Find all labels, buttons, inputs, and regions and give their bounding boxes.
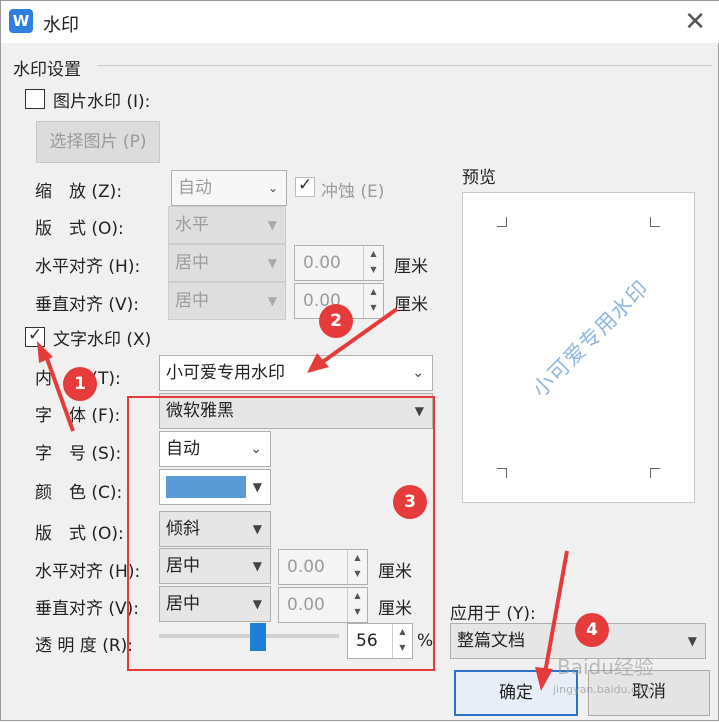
baidu-url: jingyan.baidu.com <box>553 683 655 696</box>
baidu-watermark: Baidu经验 <box>557 655 654 679</box>
arrow-4-head <box>535 667 553 691</box>
annotation-arrows <box>37 307 569 691</box>
arrow-2-head <box>307 353 329 373</box>
arrow-1-head <box>37 341 53 363</box>
annotation-badge-4: 4 <box>575 613 609 647</box>
annotation-badge-2: 2 <box>319 304 353 338</box>
annotation-badge-3: 3 <box>393 485 427 519</box>
annotation-badge-1: 1 <box>63 367 97 401</box>
watermark-dialog: W 水印 ✕ 水印设置 图片水印 (I): 选择图片 (P) 缩 放 (Z): … <box>0 0 719 721</box>
